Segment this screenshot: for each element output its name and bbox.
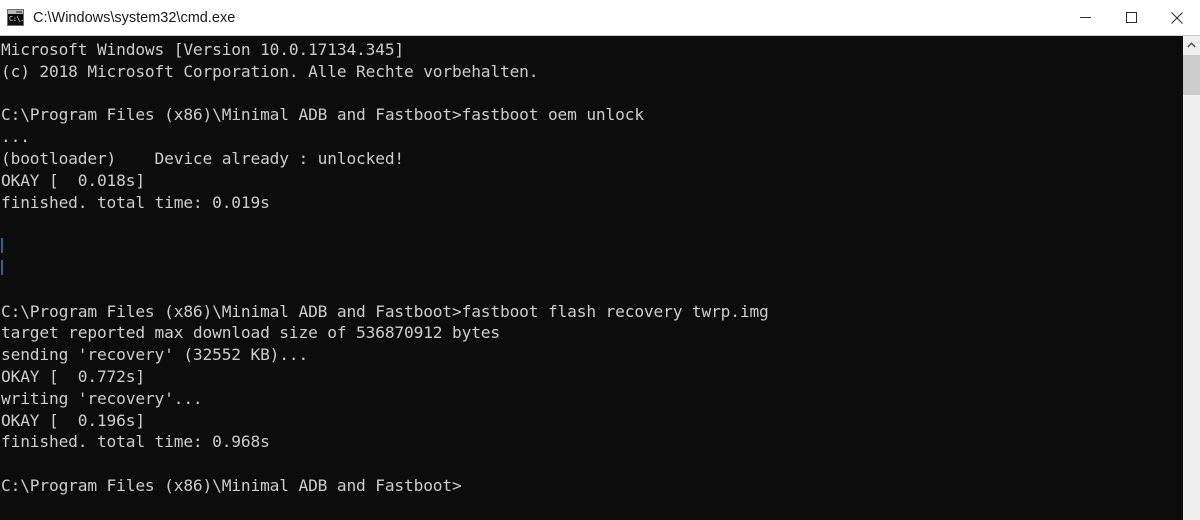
console-line: OKAY [ 0.196s] bbox=[1, 410, 145, 430]
maximize-button[interactable] bbox=[1108, 0, 1154, 35]
console-line: (c) 2018 Microsoft Corporation. Alle Rec… bbox=[1, 61, 539, 81]
console-line: writing 'recovery'... bbox=[1, 388, 203, 408]
console-line: C:\Program Files (x86)\Minimal ADB and F… bbox=[1, 301, 769, 321]
console-line bbox=[1, 257, 1182, 279]
console-line: C:\Program Files (x86)\Minimal ADB and F… bbox=[1, 105, 644, 125]
terminal-area[interactable]: Microsoft Windows [Version 10.0.17134.34… bbox=[0, 36, 1200, 520]
scrollbar-thumb[interactable] bbox=[1183, 55, 1200, 95]
close-button[interactable] bbox=[1154, 0, 1200, 35]
console-line bbox=[1, 235, 1182, 257]
title-bar[interactable]: C:\. C:\Windows\system32\cmd.exe bbox=[0, 0, 1200, 36]
console-line: OKAY [ 0.772s] bbox=[1, 366, 145, 386]
minimize-button[interactable] bbox=[1062, 0, 1108, 35]
console-line: finished. total time: 0.019s bbox=[1, 192, 270, 212]
cmd-window: C:\. C:\Windows\system32\cmd.exe Microso… bbox=[0, 0, 1200, 520]
window-title: C:\Windows\system32\cmd.exe bbox=[33, 9, 236, 26]
console-line: C:\Program Files (x86)\Minimal ADB and F… bbox=[1, 475, 462, 495]
console-line: finished. total time: 0.968s bbox=[1, 432, 270, 452]
icon-prompt-glyph: C:\. bbox=[9, 15, 23, 23]
console-line: Microsoft Windows [Version 10.0.17134.34… bbox=[1, 40, 405, 59]
console-output[interactable]: Microsoft Windows [Version 10.0.17134.34… bbox=[0, 36, 1182, 520]
title-bar-left: C:\. C:\Windows\system32\cmd.exe bbox=[0, 0, 235, 35]
scrollbar-track[interactable] bbox=[1183, 95, 1200, 520]
console-line: ... bbox=[1, 127, 30, 147]
console-line: OKAY [ 0.018s] bbox=[1, 170, 145, 190]
window-controls bbox=[1062, 0, 1200, 35]
console-line: target reported max download size of 536… bbox=[1, 323, 500, 343]
console-line: sending 'recovery' (32552 KB)... bbox=[1, 345, 309, 365]
cmd-console-icon: C:\. bbox=[7, 9, 24, 26]
scroll-up-arrow-icon[interactable] bbox=[1183, 36, 1200, 54]
vertical-scrollbar[interactable] bbox=[1182, 36, 1200, 520]
console-line: (bootloader) Device already : unlocked! bbox=[1, 148, 405, 168]
